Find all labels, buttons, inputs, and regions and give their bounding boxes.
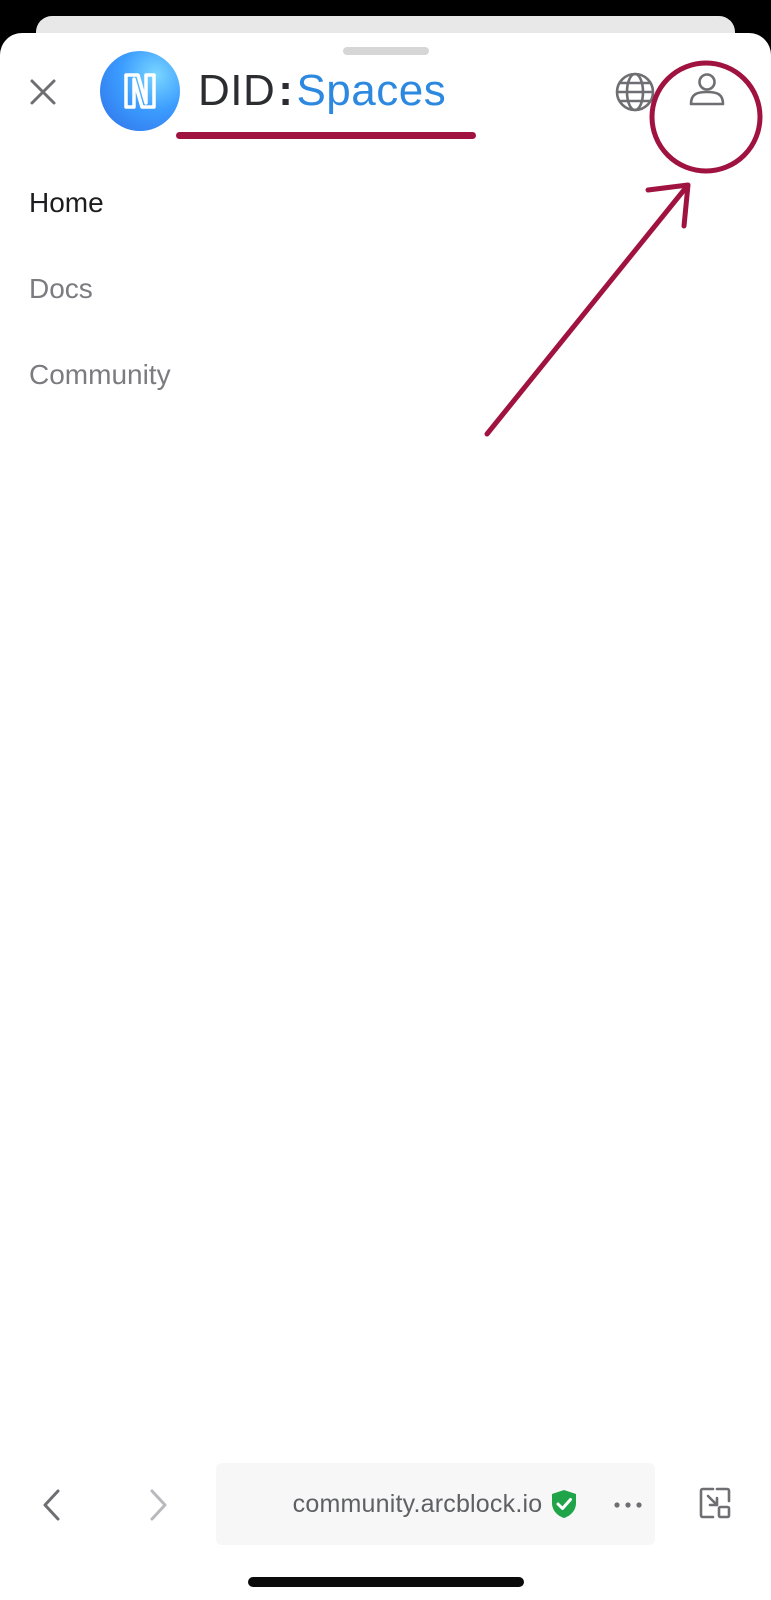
home-indicator [248, 1577, 524, 1587]
picture-in-picture-icon [699, 1487, 731, 1519]
chevron-left-icon [43, 1489, 60, 1521]
browser-toolbar: community.arcblock.io [0, 1455, 771, 1600]
logo-mark-icon [100, 51, 180, 131]
language-button[interactable] [612, 69, 658, 115]
logo-colon: : [278, 66, 294, 115]
more-horizontal-icon [614, 1502, 642, 1508]
user-icon [689, 73, 725, 106]
close-button[interactable] [22, 71, 64, 113]
globe-icon [615, 72, 655, 112]
annotation-underline [176, 132, 476, 139]
nav-item-community[interactable]: Community [29, 355, 171, 441]
logo-spaces: Spaces [296, 66, 447, 115]
pip-button[interactable] [693, 1481, 737, 1525]
main-nav: Home Docs Community [29, 183, 171, 441]
nav-item-home[interactable]: Home [29, 183, 171, 269]
logo-did: DID [198, 66, 276, 115]
logo-text: DID : Spaces [198, 66, 446, 116]
address-bar[interactable]: community.arcblock.io [216, 1463, 655, 1545]
nav-item-docs[interactable]: Docs [29, 269, 171, 355]
forward-button[interactable] [138, 1485, 178, 1525]
back-button[interactable] [32, 1485, 72, 1525]
shield-check-icon [550, 1489, 578, 1519]
logo[interactable]: DID : Spaces [100, 51, 446, 131]
chevron-right-icon [150, 1489, 167, 1521]
menu-sheet: DID : Spaces Home Docs Community [0, 33, 771, 1600]
user-button[interactable] [684, 67, 730, 113]
more-button[interactable] [608, 1485, 648, 1525]
url-text: community.arcblock.io [292, 1489, 543, 1518]
close-icon [30, 79, 56, 105]
